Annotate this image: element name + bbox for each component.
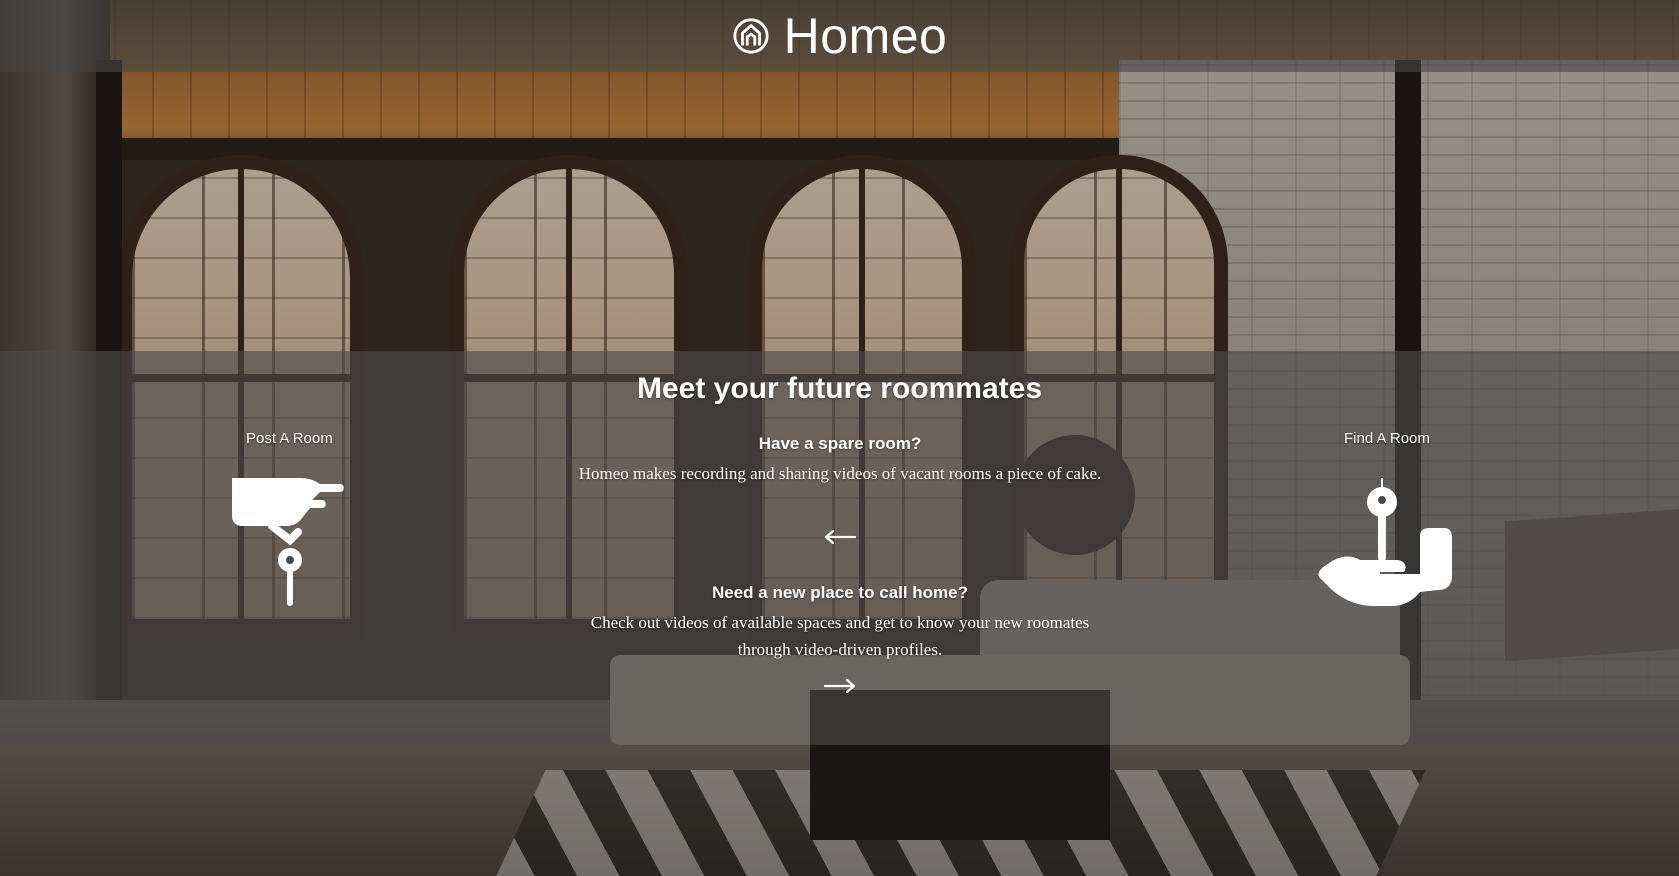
spare-room-section: Have a spare room? Homeo makes recording…: [560, 434, 1120, 487]
new-place-section: Need a new place to call home? Check out…: [560, 583, 1120, 663]
new-place-title: Need a new place to call home?: [711, 583, 969, 602]
arrow-left-icon[interactable]: [823, 527, 857, 547]
hand-receiving-key-icon[interactable]: [1316, 478, 1452, 608]
brand-name[interactable]: Homeo: [784, 11, 948, 61]
spare-room-description: Homeo makes recording and sharing videos…: [578, 464, 1102, 483]
arrow-right-icon[interactable]: [823, 676, 857, 696]
post-room-label[interactable]: Post A Room: [246, 430, 333, 447]
find-room-label[interactable]: Find A Room: [1344, 430, 1430, 447]
hero-headline: Meet your future roommates: [636, 372, 1043, 405]
new-place-description: Check out videos of available spaces and…: [590, 613, 1090, 659]
spare-room-title: Have a spare room?: [758, 434, 922, 453]
hand-holding-key-icon[interactable]: [228, 470, 346, 608]
site-header: Homeo: [0, 0, 1679, 72]
house-outline-icon[interactable]: [732, 17, 770, 55]
